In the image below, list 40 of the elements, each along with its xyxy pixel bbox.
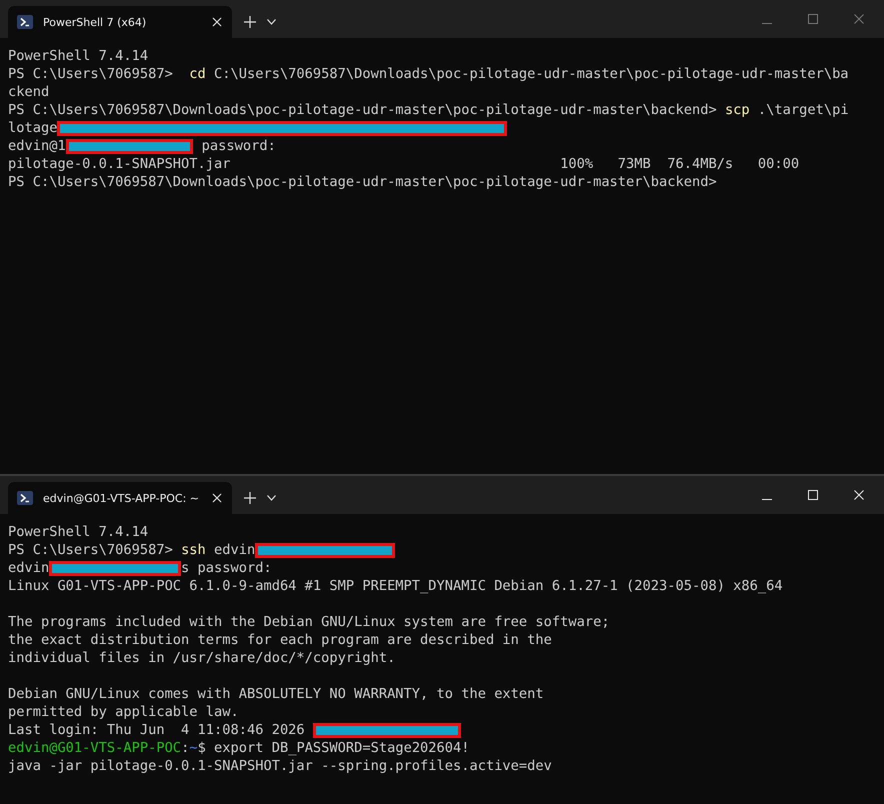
- terminal-text: PS C:\Users\7069587>: [8, 541, 174, 559]
- powershell-icon: [17, 491, 33, 505]
- terminal-text: s password:: [181, 559, 272, 577]
- terminal-text: pilotage-0.0.1-SNAPSHOT.jar 100% 73MB 76.4MB/s 00:00: [8, 155, 800, 173]
- terminal-text: $ export DB_PASSWORD=Stage202604!: [198, 739, 470, 757]
- terminal-text: Linux G01-VTS-APP-POC 6.1.0-9-amd64 #1 SMP PREEMPT_DYNAMIC Debian 6.1.27-1 (2023-05-08) x86_64: [8, 577, 783, 595]
- terminal-text: .\target\pi: [756, 101, 849, 119]
- close-tab-icon[interactable]: [212, 493, 222, 503]
- dropdown-icon[interactable]: [267, 495, 276, 501]
- terminal-text: edvin: [213, 541, 256, 559]
- new-tab-icon[interactable]: [244, 492, 256, 504]
- command-text: scp: [724, 101, 750, 119]
- terminal-text: edvin: [8, 559, 50, 577]
- prompt-user-host: edvin@G01-VTS-APP-POC: [8, 739, 182, 757]
- terminal-text: lotage: [8, 119, 58, 137]
- powershell-icon: [17, 15, 33, 29]
- tab-title: edvin@G01-VTS-APP-POC: ~: [43, 492, 200, 504]
- terminal-text: :: [181, 739, 190, 757]
- terminal-text: ckend: [8, 83, 50, 101]
- command-text: cd: [189, 65, 206, 83]
- prompt-path: ~: [189, 739, 198, 757]
- close-tab-icon[interactable]: [212, 17, 222, 27]
- terminal-text: java -jar pilotage-0.0.1-SNAPSHOT.jar --spring.profiles.active=dev: [8, 757, 552, 775]
- terminal-text: PS C:\Users\7069587\Downloads\poc-pilotage-udr-master\poc-pilotage-udr-master\backend>: [8, 101, 718, 119]
- terminal-text: PS C:\Users\7069587>: [8, 65, 174, 83]
- terminal-text: permitted by applicable law.: [8, 703, 239, 721]
- terminal-text: Last login: Thu Jun 4 11:08:46 2026: [8, 721, 306, 739]
- tab-title: PowerShell 7 (x64): [43, 16, 148, 28]
- terminal-text: edvin@1: [8, 137, 66, 155]
- terminal-tab[interactable]: edvin@G01-VTS-APP-POC: ~: [8, 482, 232, 514]
- command-text: ssh: [181, 541, 206, 559]
- terminal-text: individual files in /usr/share/doc/*/copyright.: [8, 649, 396, 667]
- terminal-text: the exact distribution terms for each program are described in the: [8, 631, 552, 649]
- terminal-text: password:: [200, 137, 276, 155]
- terminal-text: Debian GNU/Linux comes with ABSOLUTELY NO WARRANTY, to the extent: [8, 685, 544, 703]
- terminal-text: PowerShell 7.4.14: [8, 47, 148, 65]
- terminal-text: The programs included with the Debian GNU/Linux system are free software;: [8, 613, 610, 631]
- terminal-text: PowerShell 7.4.14: [8, 523, 148, 541]
- terminal-text: C:\Users\7069587\Downloads\poc-pilotage-udr-master\poc-pilotage-udr-master\ba: [213, 65, 849, 83]
- terminal-text: PS C:\Users\7069587\Downloads\poc-pilotage-udr-master\poc-pilotage-udr-master\backend>: [8, 173, 717, 191]
